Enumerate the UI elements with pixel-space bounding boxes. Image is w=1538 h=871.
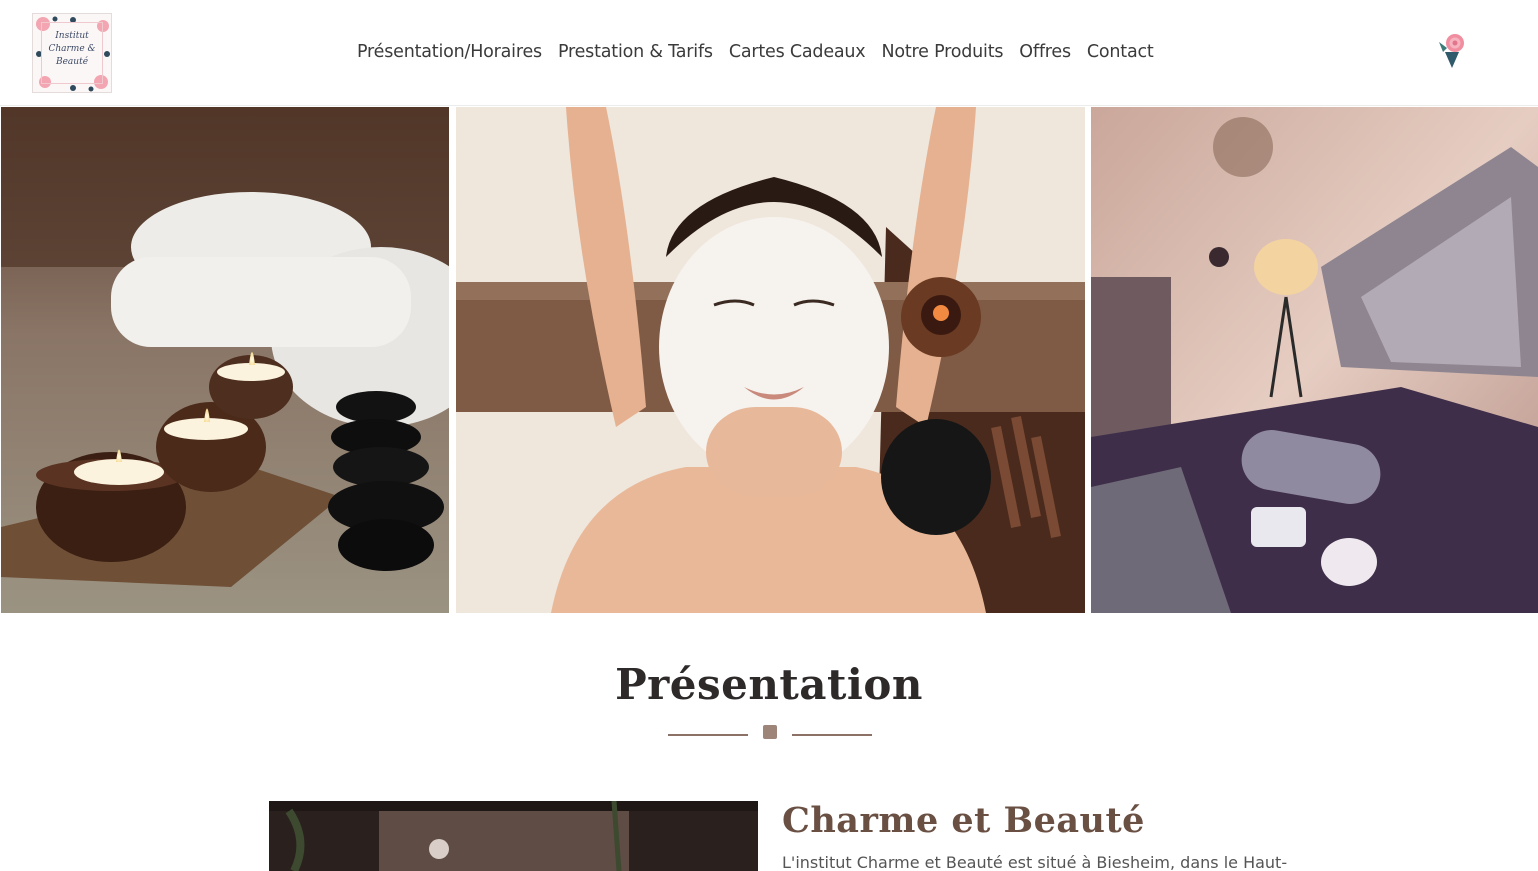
- about-text: L'institut Charme et Beauté est situé à …: [782, 853, 1288, 871]
- facial-mask-massage-photo: [456, 107, 1085, 613]
- institute-room-photo: [269, 801, 758, 871]
- main-nav: Présentation/Horaires Prestation & Tarif…: [357, 42, 1154, 62]
- logo-line-2: Charme &: [48, 44, 96, 54]
- section-divider: [668, 724, 872, 740]
- logo-line-1: Institut: [55, 31, 89, 41]
- logo-line-3: Beauté: [55, 57, 89, 67]
- nav-presentation-horaires[interactable]: Présentation/Horaires: [357, 42, 542, 62]
- nav-offres[interactable]: Offres: [1019, 42, 1071, 62]
- candles-and-stones-photo: [1, 107, 449, 613]
- massage-room-photo: [1091, 107, 1538, 613]
- section-title: Présentation: [615, 660, 923, 709]
- nav-prestation-tarifs[interactable]: Prestation & Tarifs: [558, 42, 713, 62]
- divider-square-icon: [763, 725, 777, 739]
- rose-icon[interactable]: [1433, 30, 1471, 70]
- nav-cartes-cadeaux[interactable]: Cartes Cadeaux: [729, 42, 866, 62]
- site-logo[interactable]: Institut Charme & Beauté: [32, 13, 112, 93]
- nav-contact[interactable]: Contact: [1087, 42, 1154, 62]
- site-header: Institut Charme & Beauté Présentation/Ho…: [0, 0, 1538, 106]
- nav-notre-produits[interactable]: Notre Produits: [881, 42, 1003, 62]
- about-title: Charme et Beauté: [782, 800, 1145, 841]
